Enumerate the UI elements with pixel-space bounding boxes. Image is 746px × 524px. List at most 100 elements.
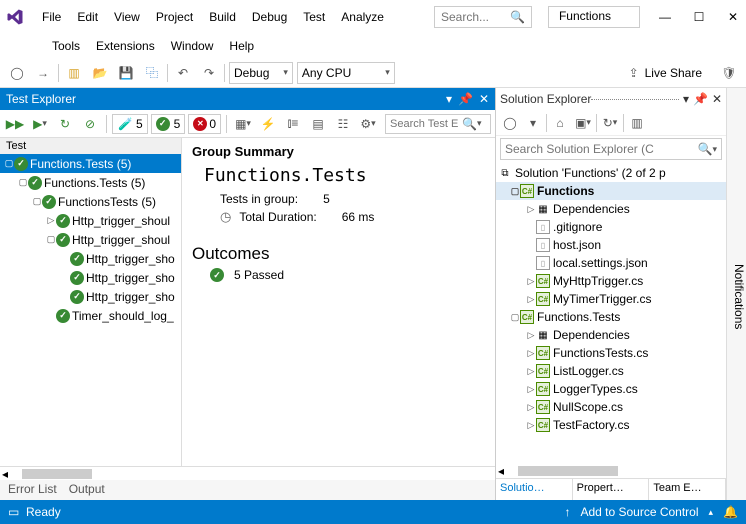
solution-tree-row[interactable]: ▷C#ListLogger.cs xyxy=(496,362,726,380)
test-tree-row[interactable]: ▢Functions.Tests (5) xyxy=(0,173,181,192)
tab-output[interactable]: Output xyxy=(69,482,105,498)
redo-button[interactable]: ↷ xyxy=(198,62,220,84)
playlist-button[interactable]: ▦▾ xyxy=(232,113,254,135)
solution-tree-row[interactable]: ▷▦Dependencies xyxy=(496,326,726,344)
profile-button[interactable]: ⚡ xyxy=(257,113,279,135)
menu-edit[interactable]: Edit xyxy=(69,6,106,28)
failed-tests-pill[interactable]: 0 xyxy=(188,114,221,134)
sol-home-button[interactable]: ⌂ xyxy=(550,113,570,133)
sol-forward-button[interactable]: ▾ xyxy=(523,113,543,133)
menu-file[interactable]: File xyxy=(34,6,69,28)
undo-button[interactable]: ↶ xyxy=(172,62,194,84)
repeat-button[interactable]: ↻ xyxy=(54,113,76,135)
run-all-button[interactable]: ▶▶ xyxy=(4,113,26,135)
separator xyxy=(58,64,59,82)
new-project-button[interactable]: ▥ xyxy=(63,62,85,84)
group-button[interactable]: ▤ xyxy=(307,113,329,135)
add-to-source-control[interactable]: Add to Source Control xyxy=(580,505,698,519)
global-search[interactable]: 🔍 xyxy=(434,6,532,28)
solution-search-input[interactable] xyxy=(505,142,698,156)
test-tree-row[interactable]: ▷Http_trigger_shoul xyxy=(0,211,181,230)
live-share-button[interactable]: ⇪ Live Share xyxy=(629,66,702,80)
panel-dropdown-icon[interactable]: ▾ xyxy=(446,92,452,106)
test-tree-row[interactable]: Http_trigger_sho xyxy=(0,287,181,306)
project-icon: C# xyxy=(520,310,534,324)
solution-tree-row[interactable]: ▷C#TestFactory.cs xyxy=(496,416,726,434)
passed-tests-pill[interactable]: 5 xyxy=(151,114,186,134)
test-panel-hscroll[interactable]: ◂ xyxy=(0,466,495,480)
menu-project[interactable]: Project xyxy=(148,6,201,28)
panel-close-icon[interactable]: ✕ xyxy=(479,92,489,106)
test-tree-row[interactable]: Timer_should_log_ xyxy=(0,306,181,325)
solution-tree-row[interactable]: ▷C#NullScope.cs xyxy=(496,398,726,416)
solution-tree-row[interactable]: ▷C#LoggerTypes.cs xyxy=(496,380,726,398)
menu-test[interactable]: Test xyxy=(295,6,333,28)
solution-tree: ⧉ Solution 'Functions' (2 of 2 p ▢C#Func… xyxy=(496,162,726,464)
solution-root[interactable]: ⧉ Solution 'Functions' (2 of 2 p xyxy=(496,164,726,182)
total-tests-pill[interactable]: 🧪5 xyxy=(112,114,148,134)
menu-build[interactable]: Build xyxy=(201,6,244,28)
sol-refresh-button[interactable]: ↻▾ xyxy=(600,113,620,133)
solution-tree-row[interactable]: ▯host.json xyxy=(496,236,726,254)
solution-tree-row[interactable]: ▢C#Functions xyxy=(496,182,726,200)
config-dropdown[interactable]: Debug▾ xyxy=(229,62,293,84)
panel-close-icon[interactable]: ✕ xyxy=(712,92,722,106)
solution-tree-row[interactable]: ▯local.settings.json xyxy=(496,254,726,272)
solution-hscroll[interactable]: ◂ xyxy=(496,464,726,478)
sol-scope-button[interactable]: ▣▾ xyxy=(573,113,593,133)
open-file-button[interactable]: 📂 xyxy=(89,62,111,84)
solution-tree-row[interactable]: ▷▦Dependencies xyxy=(496,200,726,218)
source-control-up-icon[interactable]: ↑ xyxy=(564,505,570,519)
test-tree-row[interactable]: ▢FunctionsTests (5) xyxy=(0,192,181,211)
panel-pin-icon[interactable]: 📌 xyxy=(458,92,473,106)
settings-button[interactable]: ⚙▾ xyxy=(357,113,379,135)
solution-search[interactable]: 🔍▾ xyxy=(500,138,722,160)
test-search[interactable]: 🔍▾ xyxy=(385,114,491,134)
test-tree-row[interactable]: ▢Functions.Tests (5) xyxy=(0,154,181,173)
admin-shield-icon[interactable]: 🛡 xyxy=(718,62,740,84)
notifications-rail[interactable]: Notifications xyxy=(726,88,746,500)
maximize-button[interactable]: ☐ xyxy=(692,10,706,24)
test-tree-row[interactable]: Http_trigger_sho xyxy=(0,249,181,268)
solution-tree-row[interactable]: ▷C#MyTimerTrigger.cs xyxy=(496,290,726,308)
menu-view[interactable]: View xyxy=(106,6,148,28)
test-tree-row[interactable]: Http_trigger_sho xyxy=(0,268,181,287)
tab-error-list[interactable]: Error List xyxy=(8,482,57,498)
solution-explorer-titlebar[interactable]: Solution Explorer ▾ 📌 ✕ xyxy=(496,88,726,110)
minimize-button[interactable]: — xyxy=(658,10,672,24)
run-button[interactable]: ▶▾ xyxy=(29,113,51,135)
file-icon: ▯ xyxy=(536,238,550,252)
tab-solution-explorer[interactable]: Solutio… xyxy=(496,479,573,500)
save-all-button[interactable]: ⿻ xyxy=(141,62,163,84)
save-button[interactable]: 💾 xyxy=(115,62,137,84)
platform-dropdown[interactable]: Any CPU▾ xyxy=(297,62,395,84)
global-search-input[interactable] xyxy=(441,10,505,24)
menu-help[interactable]: Help xyxy=(221,35,262,57)
test-search-input[interactable] xyxy=(390,118,462,130)
menu-extensions[interactable]: Extensions xyxy=(88,35,163,57)
solution-tree-row[interactable]: ▢C#Functions.Tests xyxy=(496,308,726,326)
notifications-bell-icon[interactable]: 🔔 xyxy=(723,505,738,519)
sol-showall-button[interactable]: ▥ xyxy=(627,113,647,133)
tab-team-explorer[interactable]: Team E… xyxy=(649,479,726,500)
panel-pin-icon[interactable]: 📌 xyxy=(693,92,708,106)
menu-analyze[interactable]: Analyze xyxy=(333,6,392,28)
test-tree-header[interactable]: Test xyxy=(0,138,181,154)
stop-button[interactable]: ⊘ xyxy=(79,113,101,135)
columns-button[interactable]: ☷ xyxy=(332,113,354,135)
sol-back-button[interactable]: ◯ xyxy=(500,113,520,133)
close-button[interactable]: ✕ xyxy=(726,10,740,24)
test-explorer-titlebar[interactable]: Test Explorer ▾ 📌 ✕ xyxy=(0,88,495,110)
nav-forward-button[interactable]: → xyxy=(32,62,54,84)
menu-debug[interactable]: Debug xyxy=(244,6,295,28)
filter-button[interactable]: ⫾≡ xyxy=(282,113,304,135)
panel-dropdown-icon[interactable]: ▾ xyxy=(683,92,689,106)
test-tree-row[interactable]: ▢Http_trigger_shoul xyxy=(0,230,181,249)
solution-tree-row[interactable]: ▷C#MyHttpTrigger.cs xyxy=(496,272,726,290)
tab-properties[interactable]: Propert… xyxy=(573,479,650,500)
nav-back-button[interactable]: ◯ xyxy=(6,62,28,84)
solution-tree-row[interactable]: ▷C#FunctionsTests.cs xyxy=(496,344,726,362)
menu-tools[interactable]: Tools xyxy=(44,35,88,57)
menu-window[interactable]: Window xyxy=(163,35,222,57)
solution-tree-row[interactable]: ▯.gitignore xyxy=(496,218,726,236)
